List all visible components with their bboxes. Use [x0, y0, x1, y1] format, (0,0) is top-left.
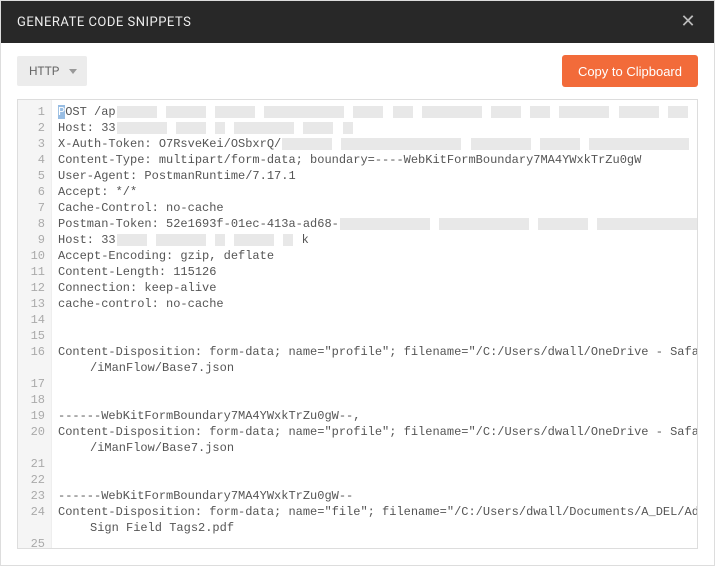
code-line: Content-Disposition: form-data; name="fi… — [58, 504, 691, 520]
code-line — [58, 392, 691, 408]
code-line: Host: 33 k — [58, 232, 691, 248]
generate-code-modal: GENERATE CODE SNIPPETS ✕ HTTP Copy to Cl… — [0, 0, 715, 566]
language-dropdown-label: HTTP — [29, 64, 59, 78]
code-line: /iManFlow/Base7.json — [58, 440, 691, 456]
code-line: Content-Type: multipart/form-data; bound… — [58, 152, 691, 168]
code-line — [58, 536, 691, 548]
code-line: Host: 33 — [58, 120, 691, 136]
code-line: X-Auth-Token: O7RsveKei/OSbxrQ/ IAQGLzU — [58, 136, 691, 152]
modal-toolbar: HTTP Copy to Clipboard — [1, 43, 714, 99]
code-line — [58, 312, 691, 328]
chevron-down-icon — [69, 69, 77, 74]
code-line: User-Agent: PostmanRuntime/7.17.1 — [58, 168, 691, 184]
modal-header: GENERATE CODE SNIPPETS ✕ — [1, 1, 714, 43]
code-panel: 1234567891011121314151617181920212223242… — [17, 99, 698, 549]
code-line: Sign Field Tags2.pdf — [58, 520, 691, 536]
language-dropdown[interactable]: HTTP — [17, 56, 87, 86]
code-line: Accept-Encoding: gzip, deflate — [58, 248, 691, 264]
code-line: cache-control: no-cache — [58, 296, 691, 312]
code-line: Accept: */* — [58, 184, 691, 200]
code-line: Connection: keep-alive — [58, 280, 691, 296]
code-line: /iManFlow/Base7.json — [58, 360, 691, 376]
line-number-gutter: 1234567891011121314151617181920212223242… — [18, 100, 52, 548]
code-line: Cache-Control: no-cache — [58, 200, 691, 216]
code-line: Postman-Token: 52e1693f-01ec-413a-ad68- … — [58, 216, 691, 232]
code-line — [58, 456, 691, 472]
code-line: Content-Length: 115126 — [58, 264, 691, 280]
code-body[interactable]: POST /ap Host: 33 X-Auth-Token: O7RsveKe… — [52, 100, 697, 548]
code-line: ------WebKitFormBoundary7MA4YWxkTrZu0gW-… — [58, 488, 691, 504]
close-icon[interactable]: ✕ — [678, 13, 698, 31]
code-line — [58, 376, 691, 392]
code-line: Content-Disposition: form-data; name="pr… — [58, 424, 691, 440]
code-line — [58, 472, 691, 488]
modal-title: GENERATE CODE SNIPPETS — [17, 15, 191, 30]
code-line: POST /ap — [58, 104, 691, 120]
code-line — [58, 328, 691, 344]
code-line: Content-Disposition: form-data; name="pr… — [58, 344, 691, 360]
copy-to-clipboard-button[interactable]: Copy to Clipboard — [562, 55, 698, 87]
code-line: ------WebKitFormBoundary7MA4YWxkTrZu0gW-… — [58, 408, 691, 424]
